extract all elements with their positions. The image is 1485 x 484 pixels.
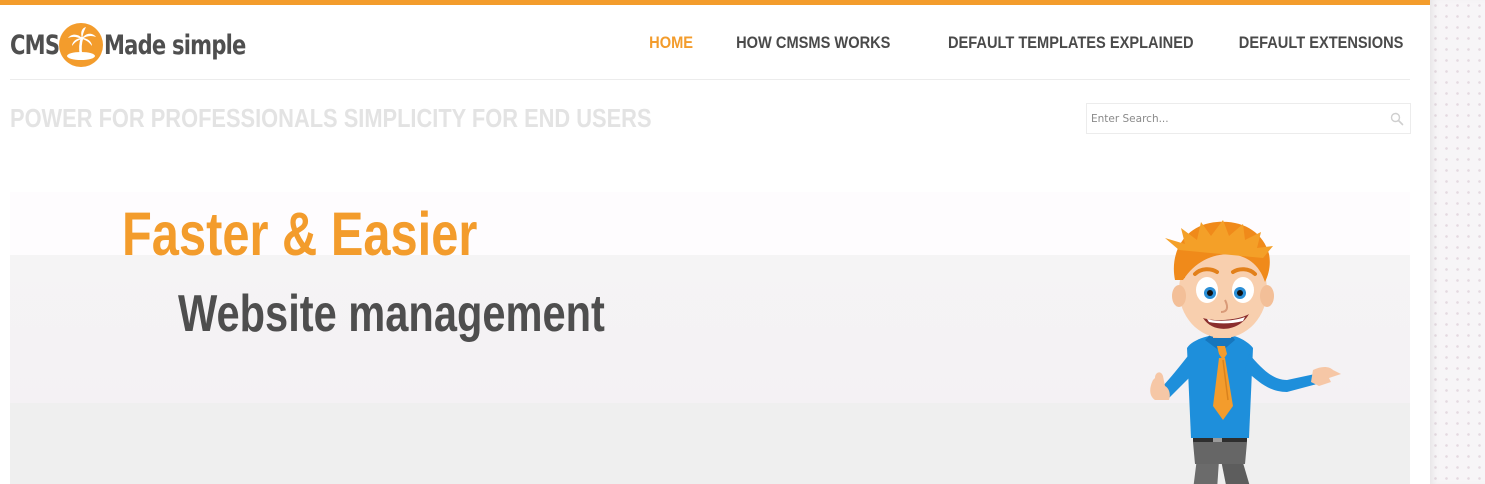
search-box — [1086, 103, 1411, 134]
page: CMS Made simple HOME HOW CMSMS WORKS DEF… — [0, 0, 1430, 484]
hero-subtitle: Website management — [178, 285, 605, 343]
side-pattern-background — [1430, 0, 1485, 484]
site-logo[interactable]: CMS Made simple — [10, 20, 286, 70]
header-divider — [10, 79, 1410, 80]
logo-text-made-simple: Made simple — [104, 29, 246, 61]
nav-item-default-templates-explained[interactable]: DEFAULT TEMPLATES EXPLAINED — [927, 33, 1194, 53]
search-icon[interactable] — [1390, 112, 1404, 126]
nav-item-how-cmsms-works[interactable]: HOW CMSMS WORKS — [715, 33, 890, 53]
nav-item-home[interactable]: HOME — [628, 33, 693, 53]
mascot-illustration — [1150, 220, 1341, 484]
palm-island-icon — [59, 23, 104, 67]
hero-title: Faster & Easier — [122, 200, 478, 268]
top-accent-bar — [0, 0, 1430, 5]
logo-text-cms: CMS — [10, 29, 60, 61]
main-nav: HOME HOW CMSMS WORKS DEFAULT TEMPLATES E… — [624, 33, 1403, 53]
nav-item-default-extensions[interactable]: DEFAULT EXTENSIONS — [1218, 33, 1403, 53]
site-tagline: POWER FOR PROFESSIONALS SIMPLICITY FOR E… — [10, 103, 652, 133]
search-input[interactable] — [1087, 104, 1381, 133]
hero-banner: Faster & Easier Website management — [10, 192, 1410, 484]
